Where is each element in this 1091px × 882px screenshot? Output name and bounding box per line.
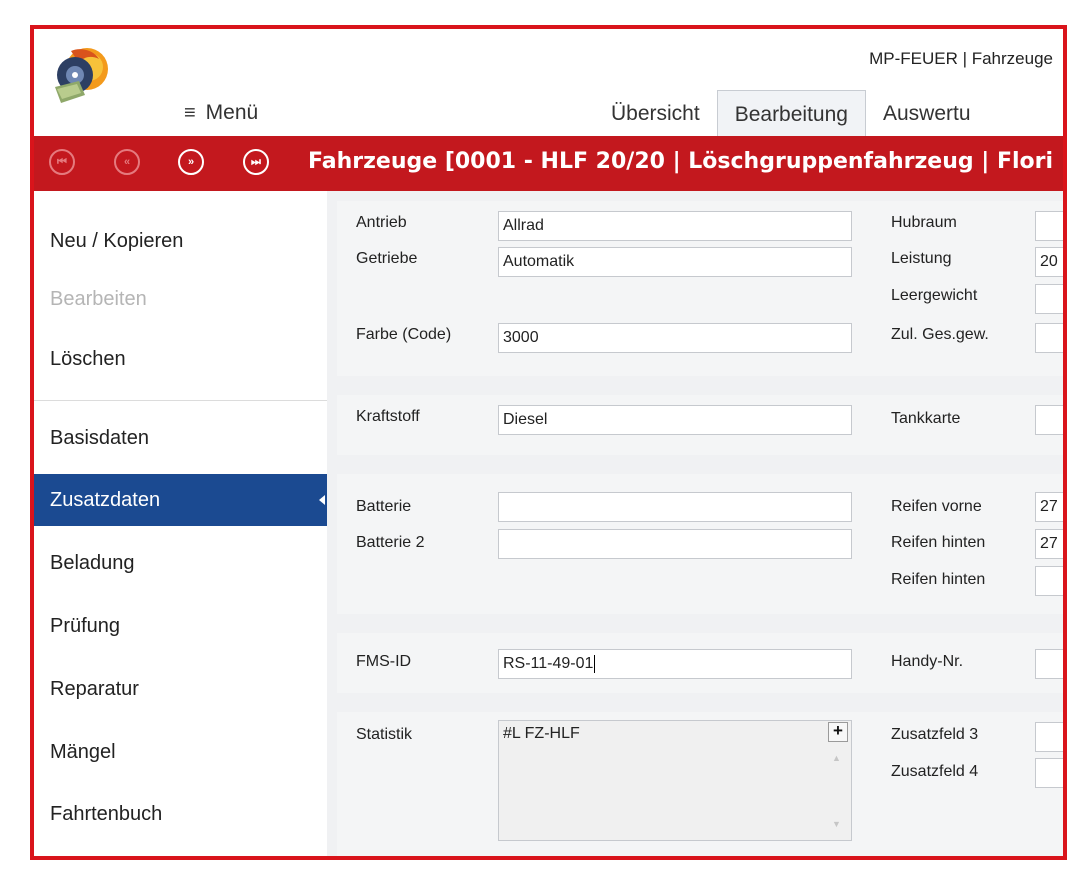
panel-engine: Antrieb Allrad Getriebe Automatik Farbe … — [337, 201, 1063, 376]
leistung-label: Leistung — [891, 250, 952, 267]
sidebar-item-basisdaten[interactable]: Basisdaten — [34, 412, 327, 464]
panel-fuel: Kraftstoff Diesel Tankkarte — [337, 395, 1063, 455]
getriebe-field[interactable]: Automatik — [498, 247, 852, 277]
tab-bearbeitung[interactable]: Bearbeitung — [716, 90, 866, 136]
last-record-icon[interactable]: ⏭ — [243, 149, 269, 175]
sidebar: Neu / Kopieren Bearbeiten Löschen Basisd… — [34, 191, 327, 856]
fms-id-value: RS-11-49-01 — [503, 655, 594, 672]
app-logo — [55, 48, 108, 103]
sidebar-item-zusatzdaten[interactable]: Zusatzdaten — [34, 474, 327, 526]
hamburger-icon: ≡ — [184, 102, 196, 124]
form-content: Antrieb Allrad Getriebe Automatik Farbe … — [327, 191, 1063, 856]
tankkarte-field[interactable] — [1035, 405, 1063, 435]
batterie2-field[interactable] — [498, 529, 852, 559]
reifen-hinten2-label: Reifen hinten — [891, 571, 986, 588]
zusatzfeld4-label: Zusatzfeld 4 — [891, 763, 979, 780]
reifen-hinten-field[interactable]: 27 — [1035, 529, 1063, 559]
record-title: Fahrzeuge [0001 - HLF 20/20 | Löschgrupp… — [308, 149, 1054, 174]
ribbon-tabs: Übersicht Bearbeitung Auswertu — [594, 90, 988, 136]
tab-auswertung[interactable]: Auswertu — [866, 90, 988, 136]
leergewicht-field[interactable] — [1035, 284, 1063, 314]
sidebar-divider — [34, 400, 327, 401]
previous-record-icon[interactable]: « — [114, 149, 140, 175]
batterie-field[interactable] — [498, 492, 852, 522]
fms-id-label: FMS-ID — [356, 653, 412, 670]
fms-id-field[interactable]: RS-11-49-01 — [498, 649, 852, 679]
sidebar-item-neu-kopieren[interactable]: Neu / Kopieren — [34, 215, 327, 267]
menu-label: Menü — [205, 101, 259, 124]
add-statistik-button[interactable]: + — [828, 722, 848, 742]
panel-statistics: Statistik #L FZ-HLF + ▲ ▼ Zusatzfeld 3 Z… — [337, 712, 1063, 856]
menu-button[interactable]: ≡ Menü — [184, 101, 258, 125]
tankkarte-label: Tankkarte — [891, 410, 961, 427]
sidebar-item-bearbeiten[interactable]: Bearbeiten — [34, 273, 327, 325]
zul-gesgew-field[interactable] — [1035, 323, 1063, 353]
panel-communication: FMS-ID RS-11-49-01 Handy-Nr. — [337, 633, 1063, 693]
batterie2-label: Batterie 2 — [356, 534, 425, 551]
sidebar-item-pruefung[interactable]: Prüfung — [34, 600, 327, 652]
leistung-field[interactable]: 20 — [1035, 247, 1063, 277]
screenshot-frame: MP-FEUER | Fahrzeuge ≡ Menü Übersicht Bea… — [30, 25, 1067, 860]
tab-uebersicht[interactable]: Übersicht — [594, 90, 717, 136]
hubraum-label: Hubraum — [891, 214, 957, 231]
app-header: MP-FEUER | Fahrzeuge ≡ Menü Übersicht Bea… — [34, 29, 1063, 136]
zul-gesgew-label: Zul. Ges.gew. — [891, 326, 989, 343]
kraftstoff-field[interactable]: Diesel — [498, 405, 852, 435]
leergewicht-label: Leergewicht — [891, 287, 978, 304]
reifen-vorne-label: Reifen vorne — [891, 498, 982, 515]
scroll-down-icon[interactable]: ▼ — [832, 819, 841, 829]
kraftstoff-label: Kraftstoff — [356, 408, 420, 425]
record-navigation-bar: ⏮ « » ⏭ Fahrzeuge [0001 - HLF 20/20 | Lö… — [34, 136, 1063, 191]
batterie-label: Batterie — [356, 498, 412, 515]
sidebar-item-fahrtenbuch[interactable]: Fahrtenbuch — [34, 788, 327, 840]
next-record-icon[interactable]: » — [178, 149, 204, 175]
sidebar-item-loeschen[interactable]: Löschen — [34, 333, 327, 385]
antrieb-field[interactable]: Allrad — [498, 211, 852, 241]
antrieb-label: Antrieb — [356, 214, 407, 231]
statistik-field[interactable]: #L FZ-HLF — [498, 720, 852, 841]
farbe-field[interactable]: 3000 — [498, 323, 852, 353]
statistik-value: #L FZ-HLF — [503, 725, 580, 742]
app-title: MP-FEUER | Fahrzeuge — [869, 49, 1053, 68]
farbe-label: Farbe (Code) — [356, 326, 452, 343]
reifen-hinten2-field[interactable] — [1035, 566, 1063, 596]
zusatzfeld4-field[interactable] — [1035, 758, 1063, 788]
sidebar-item-maengel[interactable]: Mängel — [34, 726, 327, 778]
sidebar-item-beladung[interactable]: Beladung — [34, 537, 327, 589]
handy-label: Handy-Nr. — [891, 653, 964, 670]
panel-battery-tires: Batterie Batterie 2 Reifen vorne 27 Reif… — [337, 474, 1063, 614]
sidebar-item-reparatur[interactable]: Reparatur — [34, 663, 327, 715]
scroll-up-icon[interactable]: ▲ — [832, 753, 841, 763]
zusatzfeld3-label: Zusatzfeld 3 — [891, 726, 979, 743]
hubraum-field[interactable] — [1035, 211, 1063, 241]
first-record-icon[interactable]: ⏮ — [49, 149, 75, 175]
statistik-label: Statistik — [356, 726, 413, 743]
app-window: MP-FEUER | Fahrzeuge ≡ Menü Übersicht Bea… — [34, 29, 1063, 856]
reifen-hinten-label: Reifen hinten — [891, 534, 986, 551]
zusatzfeld3-field[interactable] — [1035, 722, 1063, 752]
handy-field[interactable] — [1035, 649, 1063, 679]
text-cursor — [594, 654, 596, 673]
reifen-vorne-field[interactable]: 27 — [1035, 492, 1063, 522]
getriebe-label: Getriebe — [356, 250, 418, 267]
